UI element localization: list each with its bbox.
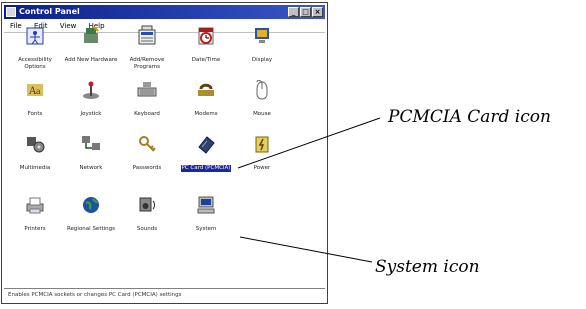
pcmcia-callout-label: PCMCIA Card icon (388, 107, 551, 127)
callout-lines (237, 117, 381, 263)
system-callout-line (239, 236, 373, 263)
system-callout-label: System icon (375, 257, 480, 277)
pcmcia-callout-line (237, 117, 381, 169)
